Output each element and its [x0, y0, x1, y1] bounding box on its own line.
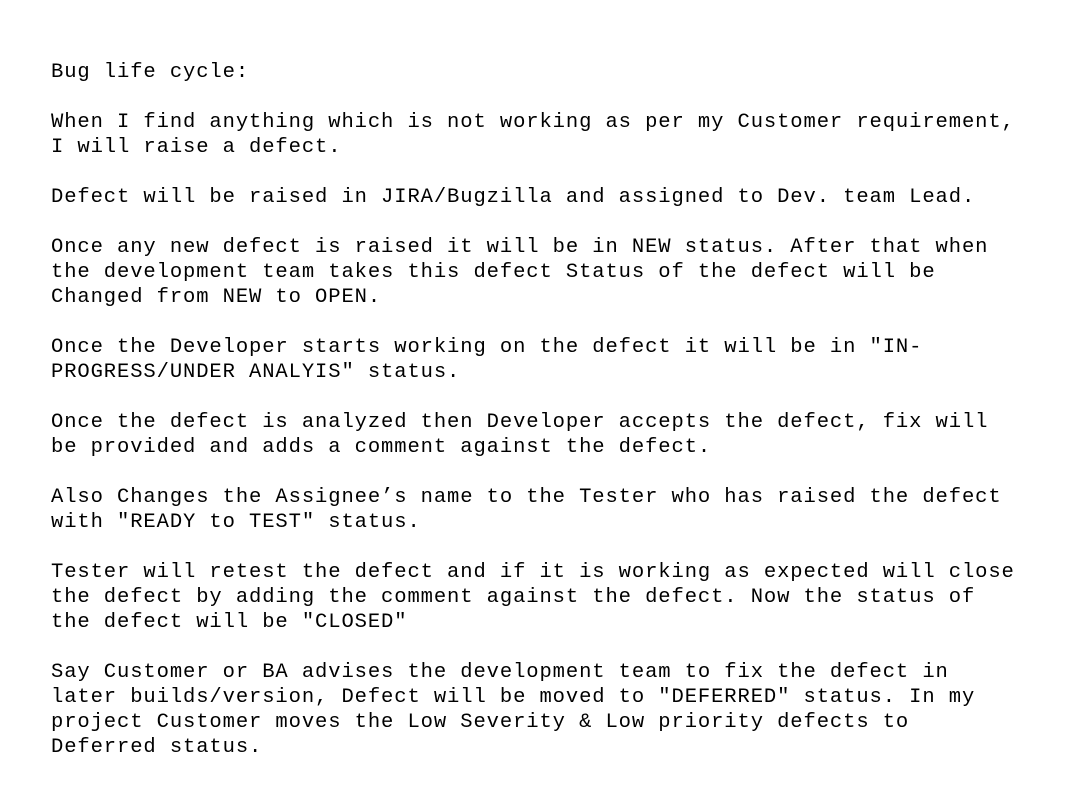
paragraph-line: with "READY to TEST" status.: [51, 511, 421, 534]
paragraph: Once the defect is analyzed then Develop…: [51, 410, 1066, 460]
paragraph-line: Say Customer or BA advises the developme…: [51, 661, 949, 684]
paragraph-line: Tester will retest the defect and if it …: [51, 561, 1015, 584]
document-body: Bug life cycle: When I find anything whi…: [51, 60, 1066, 785]
paragraph-line: Changed from NEW to OPEN.: [51, 286, 382, 309]
paragraph-line: be provided and adds a comment against t…: [51, 436, 712, 459]
paragraph-line: the defect by adding the comment against…: [51, 586, 976, 609]
paragraph: When I find anything which is not workin…: [51, 110, 1066, 160]
paragraph: Say Customer or BA advises the developme…: [51, 660, 1066, 760]
paragraph: Defect will be raised in JIRA/Bugzilla a…: [51, 185, 1066, 210]
paragraph-line: the development team takes this defect S…: [51, 261, 936, 284]
paragraph: Also Changes the Assignee’s name to the …: [51, 485, 1066, 535]
paragraph-line: project Customer moves the Low Severity …: [51, 711, 910, 734]
document-title-block: Bug life cycle:: [51, 60, 1066, 85]
paragraph-line: later builds/version, Defect will be mov…: [51, 686, 976, 709]
paragraph-line: Once the Developer starts working on the…: [51, 336, 923, 359]
paragraph-line: When I find anything which is not workin…: [51, 111, 1015, 134]
paragraph-line: Deferred status.: [51, 736, 263, 759]
paragraph-line: PROGRESS/UNDER ANALYIS" status.: [51, 361, 461, 384]
paragraph-line: Once the defect is analyzed then Develop…: [51, 411, 989, 434]
paragraph-line: I will raise a defect.: [51, 136, 342, 159]
paragraph: Tester will retest the defect and if it …: [51, 560, 1066, 635]
paragraph-line: Once any new defect is raised it will be…: [51, 236, 989, 259]
paragraph: Once any new defect is raised it will be…: [51, 235, 1066, 310]
paragraph-line: the defect will be "CLOSED": [51, 611, 408, 634]
paragraph: Once the Developer starts working on the…: [51, 335, 1066, 385]
document-title: Bug life cycle:: [51, 61, 250, 84]
paragraph-line: Also Changes the Assignee’s name to the …: [51, 486, 1002, 509]
paragraph-line: Defect will be raised in JIRA/Bugzilla a…: [51, 186, 976, 209]
